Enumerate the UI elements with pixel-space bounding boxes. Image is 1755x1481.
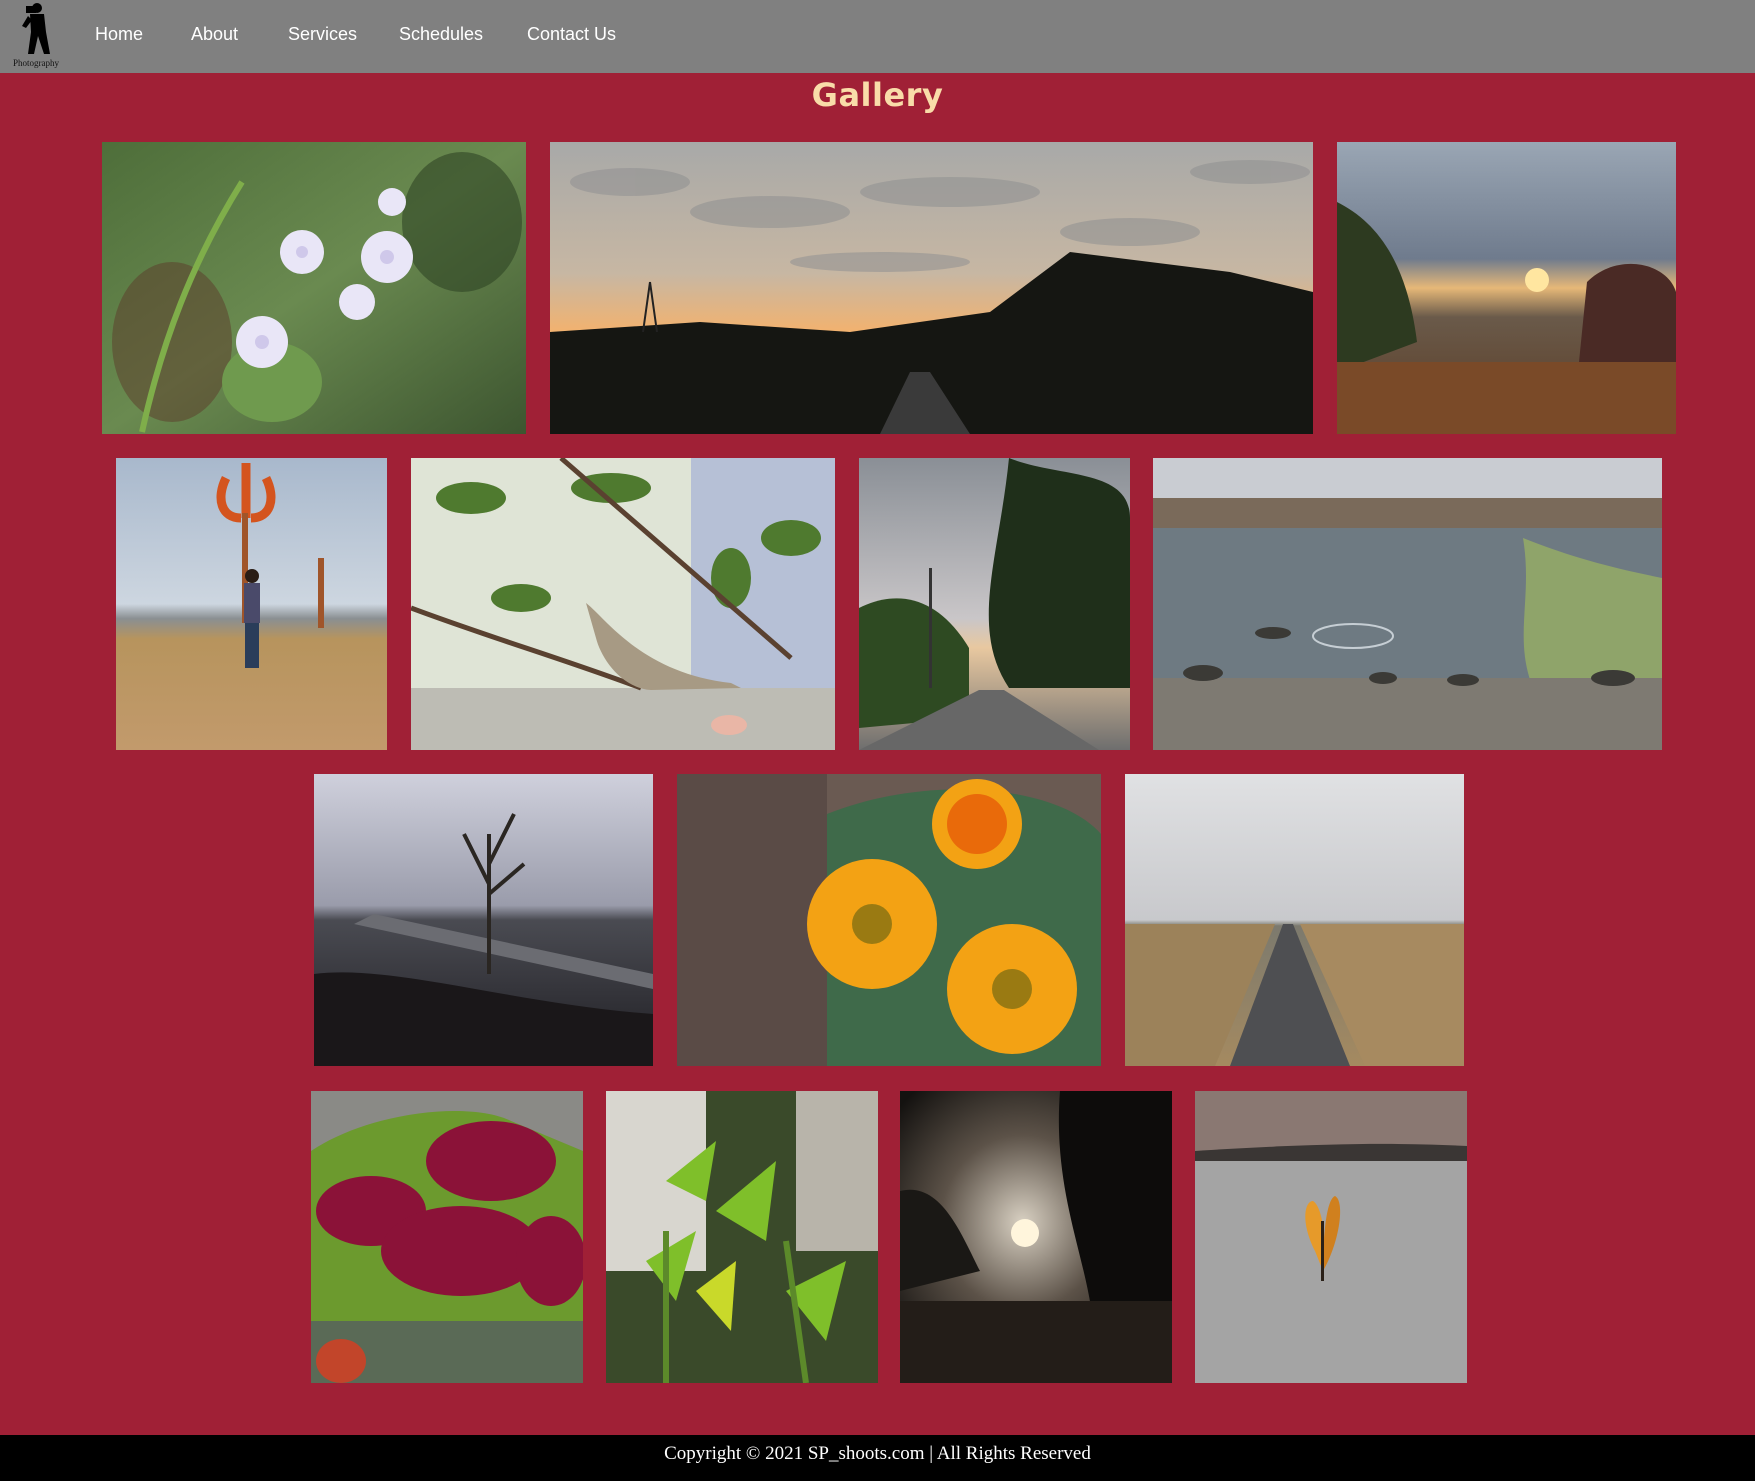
logo[interactable]: Photography [8, 2, 64, 68]
copyright-text: Copyright © 2021 SP_shoots.com | All Rig… [664, 1443, 1091, 1464]
nav-services[interactable]: Services [288, 24, 357, 45]
nav-contact-us[interactable]: Contact Us [527, 24, 616, 45]
papaya-plant-photo[interactable] [606, 1091, 878, 1383]
sunset-road-panorama-photo[interactable] [550, 142, 1313, 434]
lake-rocks-photo[interactable] [1153, 458, 1662, 750]
nav-about[interactable]: About [191, 24, 238, 45]
orange-marigolds-photo[interactable] [677, 774, 1101, 1066]
white-flowers-photo[interactable] [102, 142, 526, 434]
butterfly-photo[interactable] [1195, 1091, 1467, 1383]
tree-lined-road-photo[interactable] [859, 458, 1130, 750]
navbar: Photography Home About Services Schedule… [0, 0, 1755, 73]
bare-tree-highway-photo[interactable] [314, 774, 653, 1066]
trident-hill-photo[interactable] [116, 458, 387, 750]
empty-road-photo[interactable] [1125, 774, 1464, 1066]
photographer-silhouette-icon [22, 3, 50, 54]
coleus-leaves-photo[interactable] [311, 1091, 583, 1383]
footer: Copyright © 2021 SP_shoots.com | All Rig… [0, 1435, 1755, 1481]
lizard-branch-photo[interactable] [411, 458, 835, 750]
dusk-sun-trees-photo[interactable] [900, 1091, 1172, 1383]
gallery-title: Gallery [811, 76, 944, 114]
nav-schedules[interactable]: Schedules [399, 24, 483, 45]
sunrise-field-photo[interactable] [1337, 142, 1676, 434]
logo-text: Photography [13, 58, 59, 68]
nav-home[interactable]: Home [95, 24, 143, 45]
